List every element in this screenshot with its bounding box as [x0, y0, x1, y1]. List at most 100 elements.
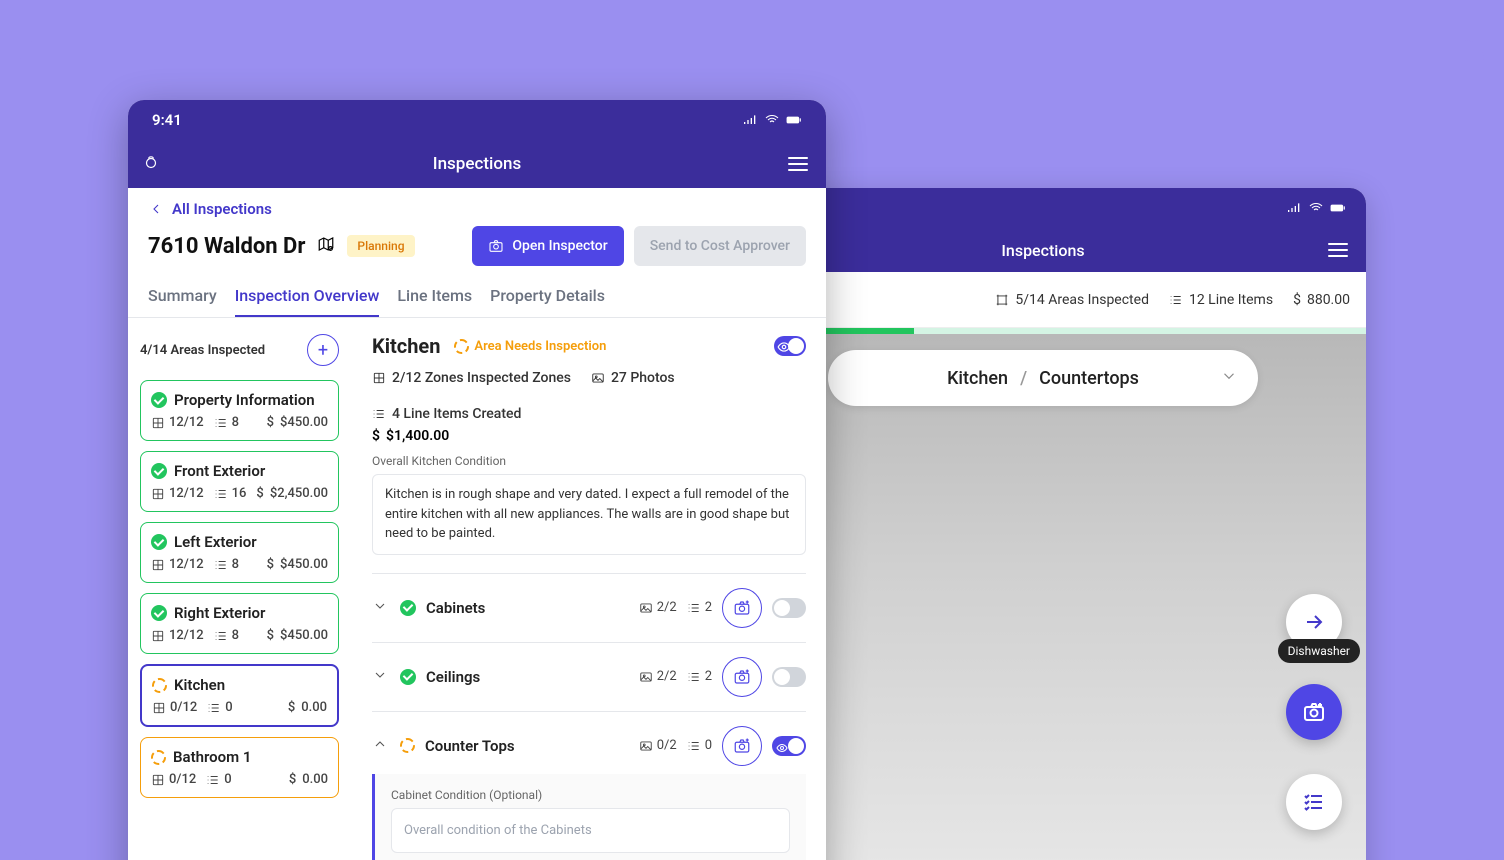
area-zones: 0/12 [151, 772, 196, 787]
chevron-down-icon [1220, 367, 1238, 390]
zone-row[interactable]: Ceilings2/22 [372, 642, 806, 711]
cost-stat-2: $ 880.00 [1293, 292, 1350, 308]
area-name: Front Exterior [174, 462, 265, 480]
area-visibility-toggle[interactable] [774, 336, 806, 356]
camera-fab[interactable] [1286, 684, 1342, 740]
area-card[interactable]: Bathroom 10/120$0.00 [140, 737, 339, 798]
area-detail: Kitchen Area Needs Inspection 2/12 [352, 318, 826, 860]
camera-plus-icon [1302, 700, 1326, 724]
add-area-button[interactable]: + [307, 334, 339, 366]
area-card[interactable]: Front Exterior12/1216$$2,450.00 [140, 451, 339, 512]
tab-line-items[interactable]: Line Items [397, 278, 472, 317]
zones-icon [151, 558, 165, 572]
add-photo-button[interactable] [722, 588, 762, 628]
menu-button-2[interactable] [1328, 243, 1348, 257]
list-icon [214, 558, 228, 572]
back-link[interactable]: All Inspections [128, 188, 826, 218]
zone-items: 2 [687, 669, 712, 684]
areas-stat-2: 5/14 Areas Inspected [995, 292, 1149, 308]
dollar-icon: $ [256, 486, 263, 501]
dollar-icon: $ [372, 428, 380, 444]
dollar-icon: $ [267, 415, 274, 430]
area-cost: $$450.00 [267, 628, 328, 643]
zone-name: Cabinets [426, 599, 485, 617]
wifi-icon [764, 112, 780, 128]
bc-zone: Countertops [1039, 368, 1139, 389]
area-items: 8 [214, 557, 239, 572]
photos-stat: 27 Photos [591, 370, 675, 386]
header-title-2: Inspections [1001, 241, 1084, 260]
overall-label: Overall Kitchen Condition [372, 454, 806, 468]
zone-row[interactable]: Counter Tops0/20 [372, 711, 806, 780]
add-photo-button[interactable] [722, 726, 762, 766]
signal-icon [742, 112, 758, 128]
camera-plus-icon [733, 668, 751, 686]
open-inspector-button[interactable]: Open Inspector [472, 226, 623, 266]
tab-overview[interactable]: Inspection Overview [235, 278, 380, 317]
camera-plus-icon [733, 737, 751, 755]
brand-icon [142, 153, 160, 176]
list-icon [214, 487, 228, 501]
tab-property[interactable]: Property Details [490, 278, 605, 317]
zone-visibility-toggle[interactable] [772, 667, 806, 687]
items-icon [687, 601, 701, 615]
send-approver-button: Send to Cost Approver [634, 226, 806, 266]
add-photo-button[interactable] [722, 657, 762, 697]
area-card[interactable]: Kitchen0/120$0.00 [140, 664, 339, 727]
photo-icon [639, 670, 653, 684]
area-cost: $$450.00 [267, 557, 328, 572]
area-cost: $$450.00 [267, 415, 328, 430]
expand-toggle[interactable] [372, 667, 388, 687]
eye-icon [777, 339, 791, 358]
overall-text[interactable]: Kitchen is in rough shape and very dated… [372, 474, 806, 555]
chevron-down-icon [372, 667, 388, 683]
area-zones: 12/12 [151, 628, 204, 643]
items-icon [687, 739, 701, 753]
status-bar-1: 9:41 [128, 100, 826, 140]
check-icon [400, 600, 416, 616]
expand-toggle[interactable] [372, 598, 388, 618]
signal-icon [1286, 200, 1302, 216]
expand-toggle[interactable] [372, 736, 388, 756]
zone-items: 2 [687, 600, 712, 615]
list-icon [206, 773, 220, 787]
device-1: 9:41 Inspections All Inspections 7610 Wa… [128, 100, 826, 860]
area-zones: 0/12 [152, 700, 197, 715]
zone-name: Ceilings [426, 668, 480, 686]
list-icon [1169, 293, 1183, 307]
dollar-icon: $ [1293, 292, 1301, 308]
battery-icon [1330, 200, 1346, 216]
photo-icon [639, 739, 653, 753]
pending-icon [400, 738, 415, 753]
zone-photos: 0/2 [639, 738, 677, 753]
area-items: 8 [214, 628, 239, 643]
zone-visibility-toggle[interactable] [772, 598, 806, 618]
check-icon [151, 463, 167, 479]
checklist-fab[interactable] [1286, 774, 1342, 830]
checklist-icon [1302, 790, 1326, 814]
zone-row[interactable]: Cabinets 2/2 2 [372, 573, 806, 642]
items-stat: 4 Line Items Created [372, 406, 521, 422]
zone-visibility-toggle[interactable] [772, 736, 806, 756]
status-time: 9:41 [152, 111, 182, 129]
camera-icon [488, 238, 504, 254]
zones-icon [372, 371, 386, 385]
items-icon [372, 407, 386, 421]
menu-button-1[interactable] [788, 157, 808, 171]
breadcrumb-bar[interactable]: Kitchen / Countertops [828, 350, 1258, 406]
map-pin-icon[interactable] [317, 235, 335, 257]
area-name: Left Exterior [174, 533, 257, 551]
area-zones: 12/12 [151, 486, 204, 501]
area-items: 0 [206, 772, 231, 787]
area-card[interactable]: Right Exterior12/128$$450.00 [140, 593, 339, 654]
area-items: 8 [214, 415, 239, 430]
pending-icon [454, 339, 469, 354]
area-card[interactable]: Property Information12/128$$450.00 [140, 380, 339, 441]
tab-summary[interactable]: Summary [148, 278, 217, 317]
zone-photos: 2/2 [639, 600, 677, 615]
bc-area: Kitchen [947, 368, 1008, 389]
needs-inspection-badge: Area Needs Inspection [454, 339, 606, 354]
condition-input[interactable]: Overall condition of the Cabinets [391, 808, 790, 853]
chevron-left-icon [148, 201, 164, 217]
area-card[interactable]: Left Exterior12/128$$450.00 [140, 522, 339, 583]
